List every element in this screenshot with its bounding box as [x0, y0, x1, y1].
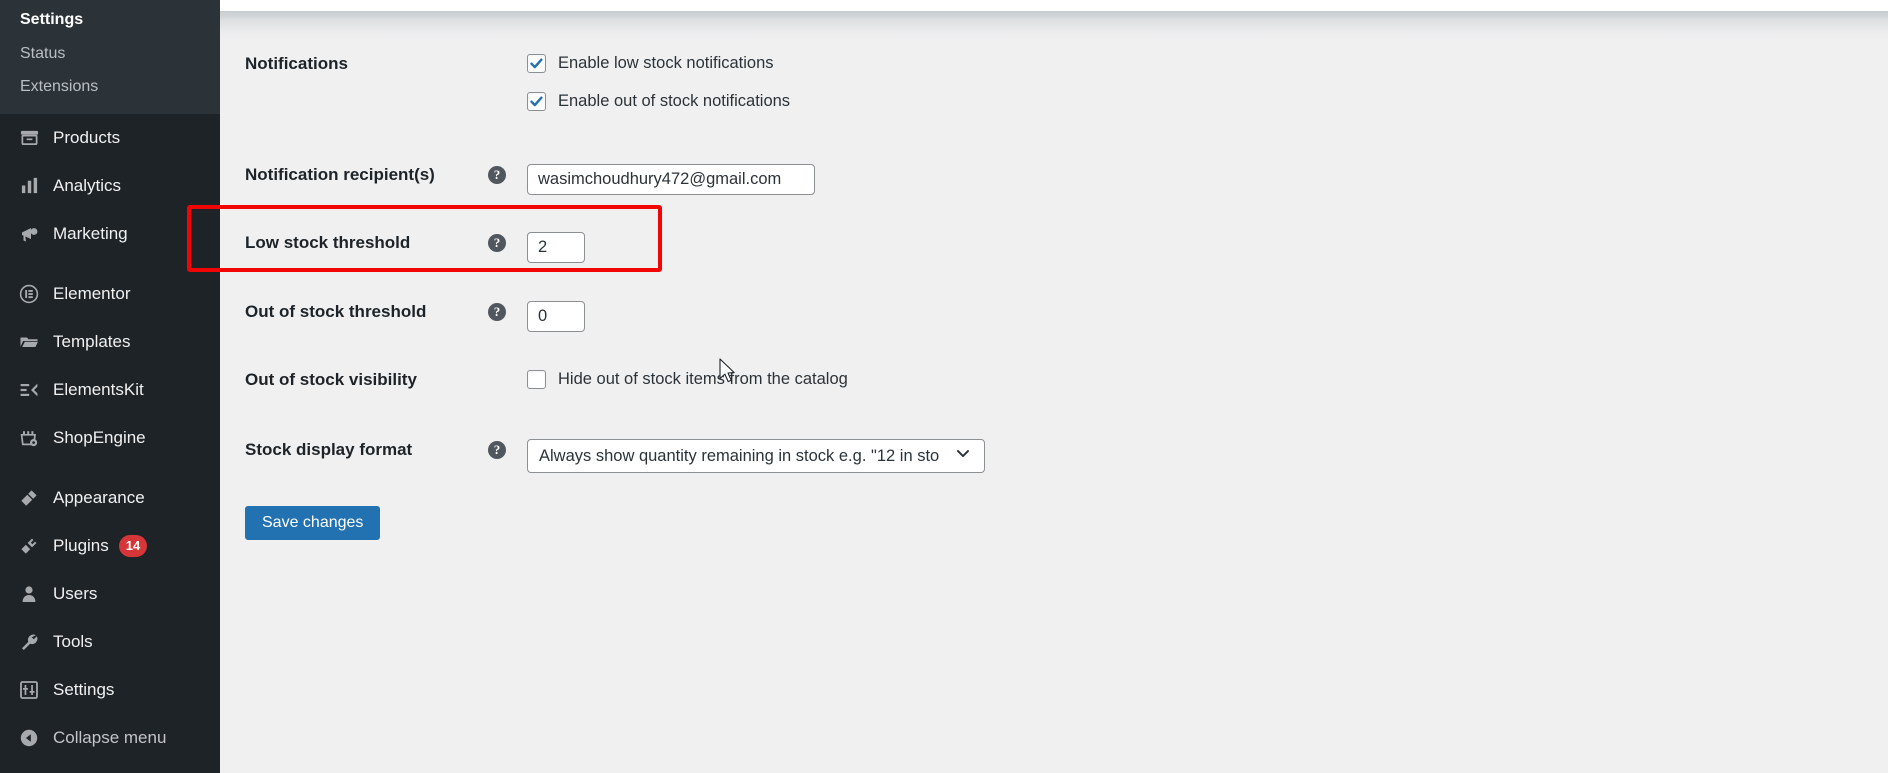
sidebar-item-tools[interactable]: Tools [0, 618, 220, 666]
page-top-strip [220, 0, 1888, 11]
notifications-checkbox-group: Enable low stock notifications Enable ou… [527, 53, 790, 111]
sidebar-item-templates[interactable]: Templates [0, 318, 220, 366]
sidebar-item-label: Templates [53, 331, 131, 351]
checkbox-label[interactable]: Enable out of stock notifications [558, 91, 790, 111]
sidebar-item-label: Products [53, 127, 121, 147]
out-of-stock-threshold-input[interactable] [527, 301, 585, 332]
paintbrush-icon [14, 488, 44, 508]
stock-display-format-field-wrap: Always show quantity remaining in stock … [527, 439, 985, 473]
wp-admin-screen: Settings Status Extensions Products Anal… [0, 0, 1888, 773]
admin-sidebar: Settings Status Extensions Products Anal… [0, 0, 220, 773]
row-label-notifications: Notifications [245, 54, 348, 73]
row-label-out-of-stock-threshold: Out of stock threshold [245, 302, 427, 321]
row-notifications: Notifications Enable low stock notificat… [220, 53, 790, 111]
sidebar-item-label: Marketing [53, 223, 128, 243]
shopengine-icon [14, 428, 44, 448]
submenu-title: Settings [20, 11, 84, 28]
row-notification-recipients: Notification recipient(s) ? [220, 164, 815, 195]
low-stock-threshold-input[interactable] [527, 232, 585, 263]
sidebar-item-label: Appearance [53, 487, 145, 507]
elementskit-icon [14, 380, 44, 400]
row-stock-display-format: Stock display format ? Always show quant… [220, 439, 985, 473]
checkbox-enable-out-of-stock-notifications[interactable]: Enable out of stock notifications [527, 91, 790, 111]
checkbox-icon-checked[interactable] [527, 91, 546, 111]
products-icon [14, 128, 44, 147]
save-changes-button[interactable]: Save changes [245, 506, 381, 540]
plugins-update-count: 14 [118, 534, 148, 557]
notification-recipients-input[interactable] [527, 164, 815, 195]
plug-icon [14, 536, 44, 556]
row-out-of-stock-threshold: Out of stock threshold ? [220, 301, 585, 332]
checkbox-enable-low-stock-notifications[interactable]: Enable low stock notifications [527, 53, 790, 73]
sidebar-item-label: Tools [53, 631, 93, 651]
sidebar-item-analytics[interactable]: Analytics [0, 162, 220, 210]
sidebar-item-users[interactable]: Users [0, 570, 220, 618]
row-save: Save changes [220, 506, 381, 540]
user-icon [14, 584, 44, 604]
row-low-stock-threshold: Low stock threshold ? [220, 232, 585, 263]
out-of-stock-threshold-field-wrap [527, 301, 585, 332]
out-of-stock-visibility-field-wrap: Hide out of stock items from the catalog [527, 369, 848, 389]
sidebar-item-label: ElementsKit [53, 379, 144, 399]
row-label-stock-display-format: Stock display format [245, 440, 413, 459]
sidebar-item-label: Settings [53, 679, 115, 699]
checkbox-label[interactable]: Enable low stock notifications [558, 53, 774, 73]
checkbox-hide-out-of-stock-items[interactable]: Hide out of stock items from the catalog [527, 369, 848, 389]
sidebar-item-shopengine[interactable]: ShopEngine [0, 414, 220, 462]
row-label-out-of-stock-visibility: Out of stock visibility [245, 370, 417, 389]
settings-form: Notifications Enable low stock notificat… [220, 11, 1888, 773]
row-label-low-stock-threshold: Low stock threshold [245, 233, 411, 252]
sidebar-item-status[interactable]: Status [0, 37, 220, 70]
elementor-icon [14, 284, 44, 304]
stock-display-format-select[interactable]: Always show quantity remaining in stock … [527, 439, 985, 473]
marketing-megaphone-icon [14, 224, 44, 244]
checkbox-icon-unchecked[interactable] [527, 369, 546, 389]
notification-recipients-field-wrap [527, 164, 815, 195]
page-top-shadow [220, 11, 1888, 41]
sliders-icon [14, 680, 44, 700]
folder-icon [14, 332, 44, 352]
help-icon[interactable]: ? [488, 166, 506, 184]
checkbox-label[interactable]: Hide out of stock items from the catalog [558, 369, 848, 389]
sidebar-item-products[interactable]: Products [0, 114, 220, 162]
sidebar-item-collapse-menu[interactable]: Collapse menu [0, 714, 220, 762]
stock-display-format-select-wrap: Always show quantity remaining in stock … [527, 439, 985, 473]
low-stock-threshold-field-wrap [527, 232, 585, 263]
sidebar-item-label: Elementor [53, 283, 131, 303]
sidebar-item-label: ShopEngine [53, 427, 146, 447]
sidebar-divider [0, 462, 220, 474]
analytics-icon [14, 176, 44, 195]
checkbox-icon-checked[interactable] [527, 53, 546, 73]
sidebar-item-elementor[interactable]: Elementor [0, 270, 220, 318]
collapse-arrow-icon [14, 728, 44, 748]
sidebar-item-elementskit[interactable]: ElementsKit [0, 366, 220, 414]
help-icon[interactable]: ? [488, 234, 506, 252]
sidebar-item-label: Users [53, 583, 98, 603]
row-label-notification-recipients: Notification recipient(s) [245, 165, 435, 184]
sidebar-item-label: Plugins [53, 535, 109, 555]
sidebar-item-settings[interactable]: Settings [0, 666, 220, 714]
sidebar-item-plugins[interactable]: Plugins 14 [0, 522, 220, 570]
row-out-of-stock-visibility: Out of stock visibility Hide out of stoc… [220, 369, 848, 391]
save-button-wrap: Save changes [220, 506, 381, 540]
sidebar-item-label: Collapse menu [53, 727, 167, 747]
help-icon[interactable]: ? [488, 441, 506, 459]
settings-submenu: Settings Status Extensions [0, 0, 220, 114]
wrench-icon [14, 632, 44, 652]
sidebar-item-label: Analytics [53, 175, 122, 195]
sidebar-divider [0, 258, 220, 270]
sidebar-item-marketing[interactable]: Marketing [0, 210, 220, 258]
help-icon[interactable]: ? [488, 303, 506, 321]
sidebar-item-extensions[interactable]: Extensions [0, 70, 220, 103]
sidebar-item-appearance[interactable]: Appearance [0, 474, 220, 522]
